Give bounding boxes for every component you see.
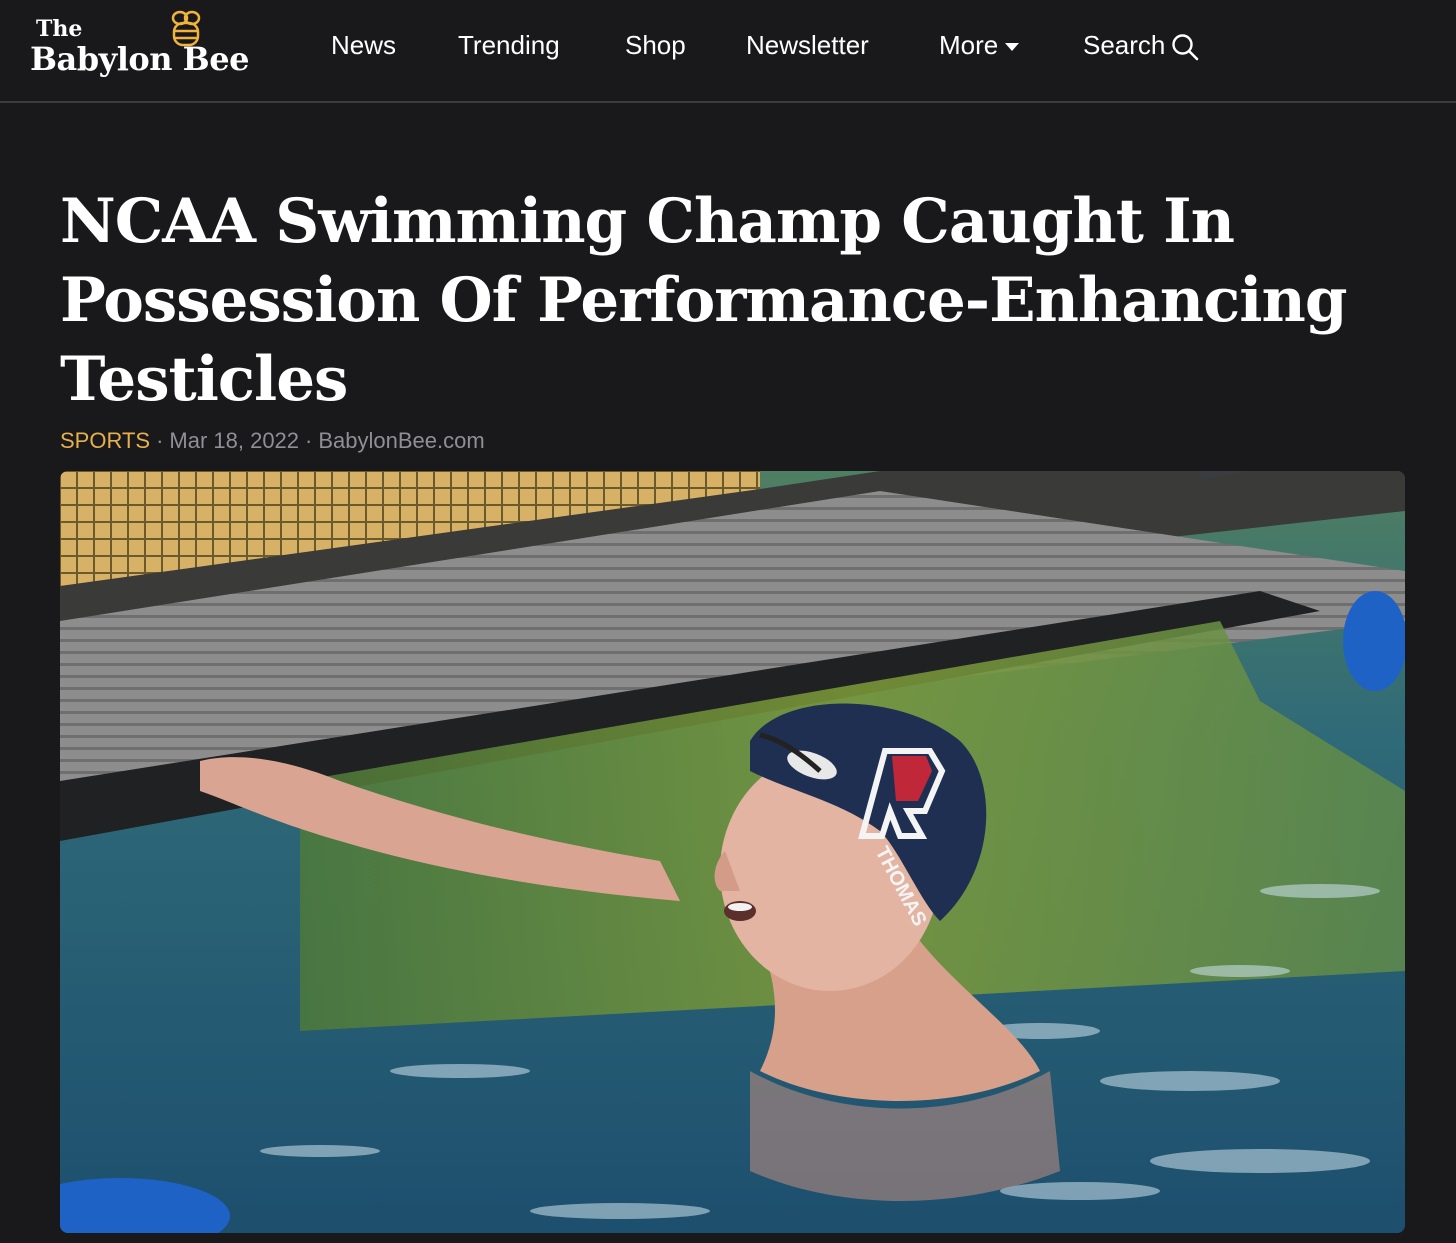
search-icon [1172,34,1199,61]
article-headline: NCAA Swimming Champ Caught In Possession… [60,182,1420,419]
hero-image: THOMAS [60,471,1405,1233]
meta-separator: · [156,428,164,453]
headline-line: Testicles [60,344,348,415]
article-source: BabylonBee.com [318,428,485,453]
nav-trending[interactable]: Trending [458,30,560,61]
nav-search[interactable]: Search [1083,30,1199,61]
headline-line: Possession Of Performance-Enhancing [60,265,1347,336]
nav-newsletter[interactable]: Newsletter [746,30,869,61]
logo-the-text: The [36,16,83,42]
nav-more-label: More [939,30,999,60]
nav-more[interactable]: More [939,30,1020,61]
logo-name-text: Babylon Bee [30,40,249,78]
top-navigation: The Babylon Bee News Trending Shop Newsl… [0,0,1456,103]
site-logo[interactable]: The Babylon Bee [30,6,270,86]
publish-date: Mar 18, 2022 [169,428,300,453]
meta-separator: · [305,428,313,453]
caret-down-icon [1005,43,1020,52]
swimmer-photo: THOMAS [60,471,1405,1233]
nav-search-label: Search [1083,30,1166,60]
headline-line: NCAA Swimming Champ Caught In [60,186,1235,257]
category-link[interactable]: SPORTS [60,428,150,453]
nav-shop[interactable]: Shop [625,30,686,61]
nav-news[interactable]: News [331,30,396,61]
article-meta: SPORTS · Mar 18, 2022 · BabylonBee.com [60,428,485,454]
